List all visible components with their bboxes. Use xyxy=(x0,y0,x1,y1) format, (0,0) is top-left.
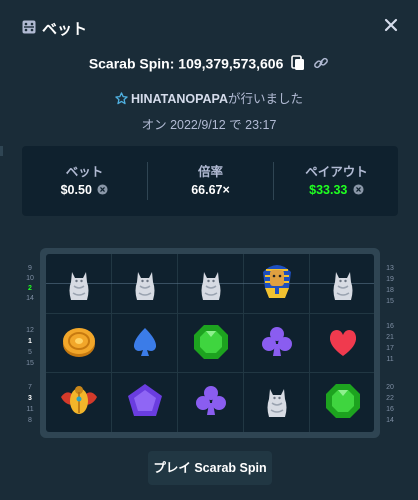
line-number: 9 xyxy=(28,265,32,272)
reel-divider xyxy=(111,254,112,432)
player-suffix: が行いました xyxy=(227,92,303,106)
pharaoh-icon xyxy=(255,258,299,302)
line-number: 12 xyxy=(26,327,34,334)
currency-coin-icon xyxy=(97,184,108,195)
blue-spade-icon xyxy=(123,320,167,364)
row-divider xyxy=(46,372,374,373)
stat-payout-value: $33.33 xyxy=(309,183,348,197)
cat-statue-icon xyxy=(255,379,299,423)
line-number: 17 xyxy=(386,345,394,352)
cat-statue-icon xyxy=(189,262,233,306)
line-number: 10 xyxy=(26,275,34,282)
close-icon[interactable] xyxy=(382,16,400,34)
play-scarab-spin-button[interactable]: プレイ Scarab Spin xyxy=(148,451,272,485)
slot-board xyxy=(46,254,374,432)
line-number: 16 xyxy=(386,323,394,330)
line-number: 20 xyxy=(386,384,394,391)
stat-bet-value: $0.50 xyxy=(60,183,92,197)
line-number: 8 xyxy=(28,417,32,424)
green-gem-icon xyxy=(321,379,365,423)
cat-statue-icon xyxy=(123,262,167,306)
stat-payout: ペイアウト $33.33 xyxy=(274,146,399,216)
edge-marker xyxy=(0,146,3,156)
line-number: 5 xyxy=(28,349,32,356)
dice-icon xyxy=(22,20,36,34)
stat-bet-value-row: $0.50 xyxy=(22,183,147,197)
scarab-icon xyxy=(57,379,101,423)
spin-id-label: Scarab Spin: 109,379,573,606 xyxy=(88,55,284,72)
line-number: 18 xyxy=(386,287,394,294)
line-number: 11 xyxy=(26,406,34,413)
purple-club-icon xyxy=(189,379,233,423)
red-heart-icon xyxy=(321,320,365,364)
link-icon[interactable] xyxy=(313,55,329,71)
line-number: 13 xyxy=(386,265,394,272)
line-number: 3 xyxy=(28,395,32,402)
line-number: 2 xyxy=(28,285,32,292)
line-number: 22 xyxy=(386,395,394,402)
reel-divider xyxy=(177,254,178,432)
stat-bet-label: ベット xyxy=(65,165,104,179)
cat-statue-icon xyxy=(57,262,101,306)
bet-date: オン 2022/9/12 で 23:17 xyxy=(141,118,277,132)
stat-multiplier: 倍率 66.67× xyxy=(148,146,273,216)
line-number: 21 xyxy=(386,334,394,341)
line-number: 16 xyxy=(386,406,394,413)
stat-payout-label: ペイアウト xyxy=(305,165,368,179)
line-number: 15 xyxy=(386,298,394,305)
stat-multiplier-label: 倍率 xyxy=(197,165,223,179)
purple-pentagon-gem-icon xyxy=(123,379,167,423)
spin-id-row: Scarab Spin: 109,379,573,606 xyxy=(0,54,418,78)
reel-divider xyxy=(243,254,244,432)
line-number: 11 xyxy=(386,356,394,363)
row-divider xyxy=(46,313,374,314)
line-number: 14 xyxy=(386,417,394,424)
line-number: 14 xyxy=(26,295,34,302)
gold-coin-icon xyxy=(57,320,101,364)
player-row: HINATANOPAPAが行いました xyxy=(0,88,418,107)
purple-club-icon xyxy=(255,320,299,364)
green-gem-icon xyxy=(189,320,233,364)
line-number: 1 xyxy=(28,338,32,345)
modal-header: ベット xyxy=(0,0,418,56)
stat-multiplier-value: 66.67× xyxy=(191,183,230,197)
copy-icon[interactable] xyxy=(290,55,306,71)
stat-bet: ベット $0.50 xyxy=(22,146,147,216)
stat-payout-value-row: $33.33 xyxy=(274,183,399,197)
line-number: 15 xyxy=(26,360,34,367)
cat-statue-icon xyxy=(321,262,365,306)
reel-divider xyxy=(309,254,310,432)
line-number: 7 xyxy=(28,384,32,391)
currency-coin-icon xyxy=(353,184,364,195)
star-icon xyxy=(115,92,128,105)
player-name[interactable]: HINATANOPAPA xyxy=(131,92,228,106)
modal-title: ベット xyxy=(42,21,88,38)
stats-panel: ベット $0.50 倍率 66.67× ペイアウト $33.33 xyxy=(22,146,398,216)
line-number: 19 xyxy=(386,276,394,283)
